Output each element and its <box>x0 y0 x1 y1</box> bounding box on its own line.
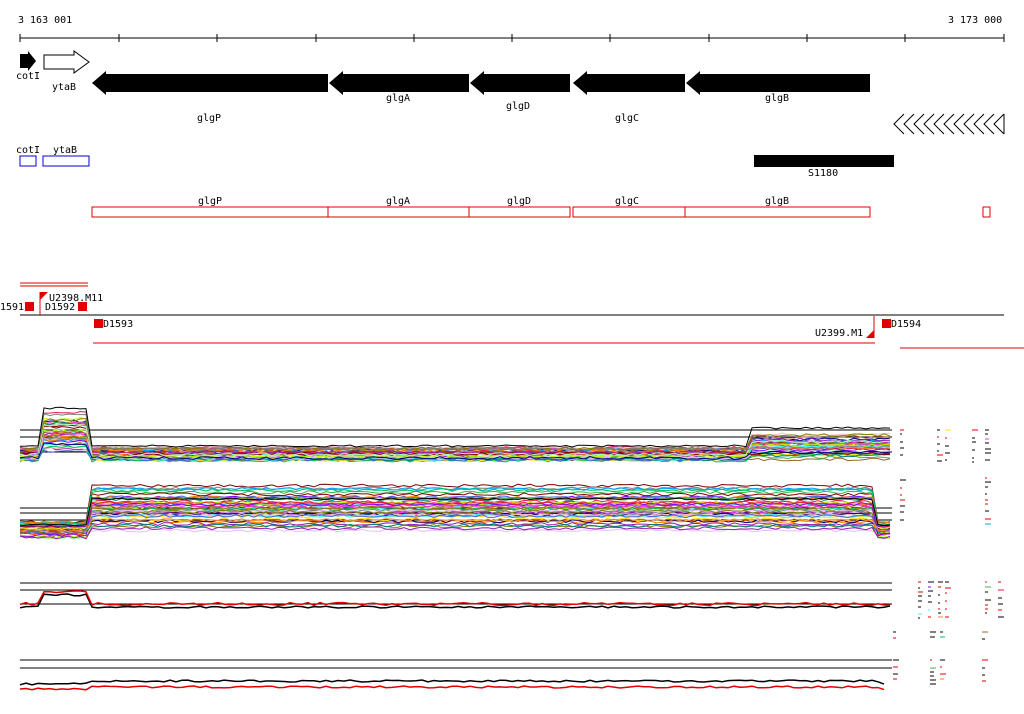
expression-profile <box>19 593 891 609</box>
tss-marker-D1593[interactable] <box>94 319 103 328</box>
gene-label-glgB: glgB <box>765 93 789 104</box>
tss-track: 1591 U2398.M11 D1592 D1593 U2399.M1 D159… <box>0 282 1024 349</box>
gene-label-ytaB: ytaB <box>52 82 76 93</box>
side-column-markers <box>893 429 1004 685</box>
tss-flag-U2398[interactable] <box>40 292 48 300</box>
gene-label-cotI: cotI <box>16 71 40 82</box>
tss-label-D1593: D1593 <box>103 319 133 330</box>
tss-label-1591: 1591 <box>0 302 24 313</box>
chevron-mark <box>953 113 965 135</box>
gene-label-glgA: glgA <box>386 93 410 104</box>
chevron-mark <box>963 113 975 135</box>
tss-marker-D1592[interactable] <box>78 302 87 311</box>
box-label-cotI: cotI <box>16 145 40 156</box>
genome-browser-view: 3 163 001 3 173 000 cotI ytaB glgP glgA … <box>0 15 1024 691</box>
red-box-label-glgP: glgP <box>198 196 222 207</box>
gene-arrow-glgP[interactable] <box>92 71 328 95</box>
chevron-mark <box>903 113 915 135</box>
red-box-glgP[interactable] <box>91 206 329 218</box>
blue-box-ytaB[interactable] <box>42 155 90 167</box>
red-box-small[interactable] <box>982 206 991 218</box>
gene-label-glgP: glgP <box>197 113 221 124</box>
gene-label-glgC: glgC <box>615 113 639 124</box>
expression-panel-3 <box>19 582 892 609</box>
tss-flag-U2399[interactable] <box>866 330 874 338</box>
black-bar-label: S1180 <box>808 168 838 179</box>
ruler-end-label: 3 173 000 <box>948 15 1002 26</box>
expression-profile <box>19 685 885 691</box>
chevron-mark <box>913 113 925 135</box>
coordinate-ruler: 3 163 001 3 173 000 <box>18 15 1005 42</box>
red-box-label-glgD: glgD <box>507 196 531 207</box>
red-box-label-glgB: glgB <box>765 196 789 207</box>
tss-marker-D1594[interactable] <box>882 319 891 328</box>
expression-panel-1 <box>19 406 892 463</box>
red-box-glgD[interactable] <box>468 206 571 218</box>
box-label-ytaB: ytaB <box>53 145 77 156</box>
gene-arrow-glgA[interactable] <box>329 71 469 95</box>
gene-arrow-cotI[interactable] <box>20 51 36 71</box>
expression-panel-4 <box>19 659 892 691</box>
tss-marker-1591[interactable] <box>25 302 34 311</box>
tss-label-U2399: U2399.M1 <box>815 328 863 339</box>
expression-panel-2 <box>19 483 892 540</box>
chevron-mark <box>933 113 945 135</box>
blue-box-cotI[interactable] <box>19 155 37 167</box>
annotation-track: cotI ytaB S1180 glgP glgA glgD glgC glgB <box>16 145 991 218</box>
chevron-mark <box>893 113 905 135</box>
chevron-mark <box>943 113 955 135</box>
truncated-gene-chevrons[interactable] <box>893 113 1005 135</box>
red-box-label-glgA: glgA <box>386 196 410 207</box>
gene-arrow-ytaB[interactable] <box>43 50 90 74</box>
gene-arrow-glgD[interactable] <box>470 71 570 95</box>
red-box-glgC[interactable] <box>572 206 686 218</box>
tss-label-D1594: D1594 <box>891 319 921 330</box>
gene-arrow-glgC[interactable] <box>573 71 685 95</box>
expression-profile <box>19 526 891 540</box>
expression-profile <box>19 528 891 534</box>
chevron-mark <box>983 113 995 135</box>
gene-track: cotI ytaB glgP glgA glgD glgC glgB <box>16 50 1005 135</box>
chevron-mark <box>973 113 985 135</box>
expression-profile <box>19 590 891 607</box>
gene-arrow-glgB[interactable] <box>686 71 870 95</box>
black-bar-S1180[interactable] <box>754 155 894 167</box>
chevron-mark <box>993 113 1005 135</box>
expression-profile <box>19 679 885 686</box>
red-box-glgA[interactable] <box>327 206 470 218</box>
red-box-glgB[interactable] <box>684 206 871 218</box>
chevron-mark <box>923 113 935 135</box>
ruler-start-label: 3 163 001 <box>18 15 72 26</box>
gene-label-glgD: glgD <box>506 101 530 112</box>
red-box-label-glgC: glgC <box>615 196 639 207</box>
tss-label-D1592: D1592 <box>45 302 75 313</box>
